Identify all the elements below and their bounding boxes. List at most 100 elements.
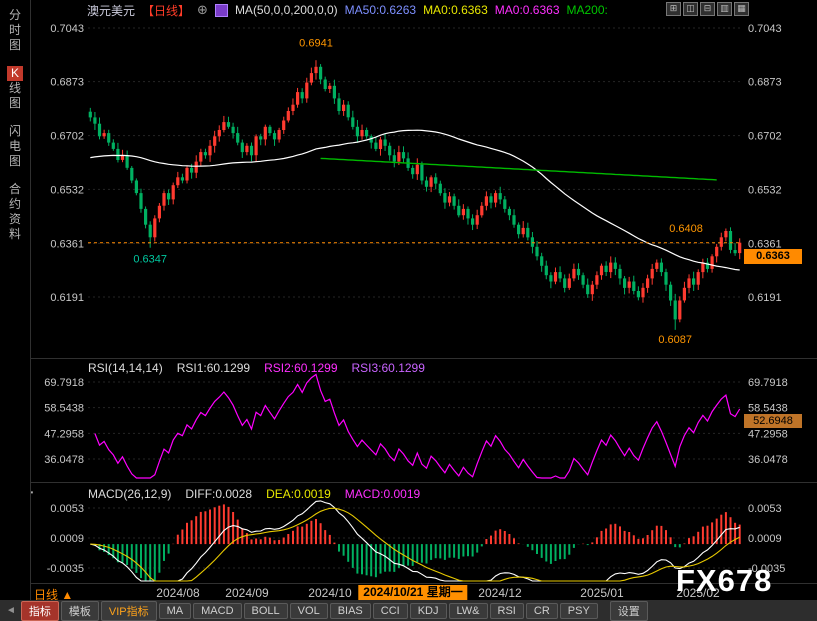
sidebar-item-char: 闪 <box>7 124 23 139</box>
ma200-value: MA200: <box>567 3 608 17</box>
price-axis-label: 0.7043 <box>748 23 782 35</box>
toolbar-button[interactable]: 指标 <box>21 601 59 621</box>
price-axis-label: 0.7043 <box>50 23 84 35</box>
toolbar-button[interactable]: CCI <box>373 603 408 619</box>
toolbar-button[interactable]: PSY <box>560 603 598 619</box>
sidebar-item-char: 分 <box>7 8 23 23</box>
toolbar-button[interactable]: CR <box>526 603 558 619</box>
sidebar-item-char: 图 <box>7 38 23 53</box>
rsi3-value: RSI3:60.1299 <box>352 361 425 375</box>
toolbar-button[interactable]: LW& <box>449 603 488 619</box>
macd-histogram <box>90 504 739 581</box>
rsi-header: RSI(14,14,14) RSI1:60.1299 RSI2:60.1299 … <box>88 361 425 375</box>
price-axis-label: 0.6191 <box>50 292 84 304</box>
rsi-line <box>95 375 740 479</box>
sidebar-item[interactable]: 合约资料 <box>7 182 23 242</box>
x-axis-label: 2024/09 <box>225 586 268 600</box>
sidebar-item-char: 资 <box>7 212 23 227</box>
x-axis-label: 2024/10 <box>308 586 351 600</box>
sidebar-item-char: 图 <box>7 96 23 111</box>
sidebar-item[interactable]: 分时图 <box>7 8 23 53</box>
bottom-toolbar: ◄ 指标模板VIP指标MAMACDBOLLVOLBIASCCIKDJLW&RSI… <box>0 600 817 621</box>
macd-value: MACD:0.0019 <box>345 487 420 501</box>
price-annotation: 0.6087 <box>658 334 692 346</box>
layout-horizontal-icon[interactable]: ⊟ <box>700 2 715 16</box>
rsi-value-badge: 52.6948 <box>744 414 802 428</box>
toolbar-button[interactable]: BOLL <box>244 603 288 619</box>
x-axis-label: 2024/12 <box>478 586 521 600</box>
rsi-axis-label: 69.7918 <box>748 377 788 389</box>
toolbar-items: 指标模板VIP指标MAMACDBOLLVOLBIASCCIKDJLW&RSICR… <box>21 601 648 621</box>
x-axis-label: 2024/08 <box>156 586 199 600</box>
sidebar-item[interactable]: K线图 <box>7 66 23 111</box>
dea-value: DEA:0.0019 <box>266 487 331 501</box>
last-price-badge: 0.6363 <box>744 249 802 264</box>
symbol-name: 澳元美元 <box>87 2 135 19</box>
rsi-axis-label: 58.5438 <box>748 403 788 415</box>
layout-single-icon[interactable]: ⊞ <box>666 2 681 16</box>
price-axis-label: 0.6873 <box>50 77 84 89</box>
price-axis-label: 0.6532 <box>748 184 782 196</box>
toolbar-button[interactable]: 设置 <box>610 601 648 621</box>
price-annotation: 0.6347 <box>133 254 167 266</box>
candles-layer <box>89 60 742 330</box>
toolbar-button[interactable]: 模板 <box>61 601 99 621</box>
scroll-left-icon[interactable]: ◄ <box>6 605 16 616</box>
rsi-formula: RSI(14,14,14) <box>88 361 163 375</box>
sidebar-item-char: 合 <box>7 182 23 197</box>
rsi1-value: RSI1:60.1299 <box>177 361 250 375</box>
rsi-axis-label: 47.2958 <box>44 428 84 440</box>
sidebar-item-char: 约 <box>7 197 23 212</box>
layout-split-icon[interactable]: ◫ <box>683 2 698 16</box>
macd-axis-label: 0.0009 <box>748 533 782 545</box>
price-annotation: 0.6941 <box>299 37 333 49</box>
layout-columns-icon[interactable]: ▥ <box>717 2 732 16</box>
period-label[interactable]: 【日线】 <box>142 2 190 19</box>
rsi-axis-label: 58.5438 <box>44 403 84 415</box>
ma0-value-b: MA0:0.6363 <box>495 3 560 17</box>
toolbar-button[interactable]: KDJ <box>410 603 447 619</box>
sidebar-item-char: K <box>7 66 23 81</box>
macd-axis-label: 0.0053 <box>50 503 84 515</box>
ma200-line <box>321 158 717 180</box>
toolbar-button[interactable]: MA <box>159 603 192 619</box>
macd-axis-label: 0.0053 <box>748 503 782 515</box>
toolbar-button[interactable]: VIP指标 <box>101 601 157 621</box>
window-controls: ⊞◫⊟▥▦ <box>666 2 749 16</box>
sidebar-item-char: 图 <box>7 154 23 169</box>
macd-formula: MACD(26,12,9) <box>88 487 171 501</box>
diff-value: DIFF:0.0028 <box>185 487 252 501</box>
add-indicator-icon[interactable]: ⊕ <box>197 2 208 18</box>
trading-app-window: { "header": { "symbol": "澳元美元", "period"… <box>0 0 817 621</box>
ma-formula: MA(50,0,0,200,0,0) <box>235 3 338 17</box>
price-axis-label: 0.6873 <box>748 77 782 89</box>
rsi-axis-label: 36.0478 <box>748 454 788 466</box>
chart-canvas[interactable]: 0.7043 0.7043 0.6873 0.6873 0.6702 0.6702 0.65… <box>0 0 817 621</box>
macd-axis-label: -0.0035 <box>47 563 84 575</box>
ma0-value-a: MA0:0.6363 <box>423 3 488 17</box>
sidebar-item-char: 料 <box>7 227 23 242</box>
sidebar-item[interactable]: 闪电图 <box>7 124 23 169</box>
price-axis-label: 0.6702 <box>50 131 84 143</box>
watermark: FX678 <box>676 563 772 599</box>
x-axis-label: 2025/01 <box>580 586 623 600</box>
sidebar-item-char: 时 <box>7 23 23 38</box>
toolbar-button[interactable]: RSI <box>490 603 524 619</box>
crosshair-date-badge: 2024/10/21 星期一 <box>358 585 467 600</box>
toolbar-button[interactable]: MACD <box>193 603 241 619</box>
rsi2-value: RSI2:60.1299 <box>264 361 337 375</box>
drawing-tool-icon[interactable] <box>215 4 228 17</box>
layout-grid-icon[interactable]: ▦ <box>734 2 749 16</box>
ma50-value: MA50:0.6263 <box>345 3 416 17</box>
rsi-axis-label: 36.0478 <box>44 454 84 466</box>
toolbar-button[interactable]: VOL <box>290 603 328 619</box>
sidebar-item-char: 电 <box>7 139 23 154</box>
price-axis-label: 0.6361 <box>50 238 84 250</box>
price-axis-label: 0.6702 <box>748 131 782 143</box>
price-axis-label: 0.6191 <box>748 292 782 304</box>
rsi-axis-label: 47.2958 <box>748 428 788 440</box>
macd-header: MACD(26,12,9) DIFF:0.0028 DEA:0.0019 MAC… <box>88 487 420 501</box>
left-sidebar: 分时图K线图闪电图合约资料 <box>0 0 31 606</box>
toolbar-button[interactable]: BIAS <box>330 603 371 619</box>
price-annotation: 0.6408 <box>669 223 703 235</box>
